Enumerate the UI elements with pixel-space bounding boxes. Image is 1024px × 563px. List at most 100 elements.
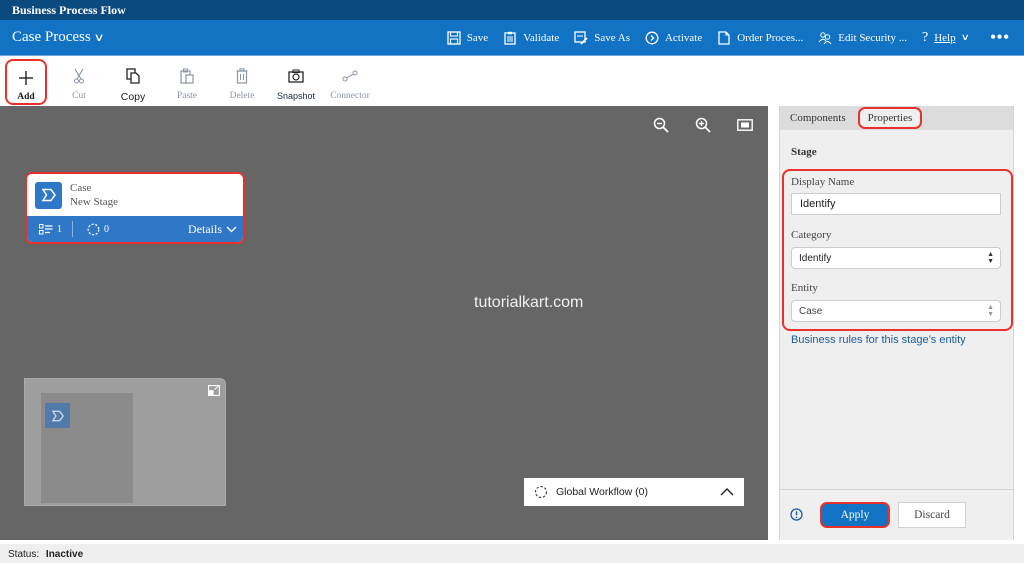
minimap-expand-icon[interactable] — [208, 383, 220, 401]
command-actions: Save Validate Save As Activate Order Pro… — [432, 29, 1010, 47]
zoom-out-icon — [653, 117, 669, 133]
stage-details-toggle[interactable]: Details — [188, 222, 237, 237]
activate-icon — [645, 31, 659, 44]
save-as-icon — [574, 30, 588, 45]
delete-label: Delete — [229, 91, 255, 101]
help-button[interactable]: ? Help ∨ — [921, 29, 970, 46]
watermark-text: tutorialkart.com — [474, 294, 584, 311]
chevron-down-icon — [226, 226, 237, 232]
save-as-button[interactable]: Save As — [574, 30, 630, 45]
chevron-up-icon — [720, 488, 734, 496]
connector-icon — [342, 65, 358, 87]
workflows-count[interactable]: 0 — [87, 223, 109, 236]
workflows-count-value: 0 — [104, 223, 109, 235]
save-as-label: Save As — [594, 31, 630, 44]
chevron-down-icon: ∨ — [93, 32, 105, 44]
clipboard-icon — [504, 31, 516, 45]
help-icon: ? — [921, 29, 929, 45]
divider — [72, 221, 73, 237]
process-canvas[interactable]: Case New Stage 1 0 Details tutorialkart.… — [0, 106, 768, 540]
trash-icon — [236, 65, 248, 87]
order-process-button[interactable]: Order Proces... — [717, 30, 804, 45]
zoom-in-icon — [695, 117, 711, 133]
process-name-dropdown[interactable]: Case Process ∨ — [12, 29, 105, 46]
save-button[interactable]: Save — [447, 30, 489, 45]
copy-button[interactable]: Copy — [118, 57, 148, 103]
cut-button[interactable]: Cut — [64, 57, 94, 101]
panel-footer: Apply Discard — [780, 489, 1013, 540]
fit-to-screen-icon — [737, 119, 753, 131]
activate-button[interactable]: Activate — [645, 31, 702, 45]
apply-button[interactable]: Apply — [820, 502, 890, 528]
fit-to-screen-button[interactable] — [736, 116, 754, 134]
app-window: Business Process Flow Case Process ∨ Sav… — [0, 0, 1024, 563]
steps-list-icon — [39, 223, 53, 234]
tab-properties[interactable]: Properties — [857, 107, 923, 129]
steps-count[interactable]: 1 — [39, 223, 62, 235]
entity-value: Case — [799, 306, 823, 317]
copy-icon — [126, 65, 140, 87]
ribbon-toolbar: Add Cut Copy Paste Delete Snapshot Conne… — [0, 57, 1024, 106]
validate-button[interactable]: Validate — [503, 31, 559, 45]
details-label: Details — [188, 221, 222, 236]
entity-label: Entity — [791, 282, 818, 294]
workflow-icon — [87, 223, 100, 235]
info-icon[interactable] — [790, 508, 803, 526]
category-select[interactable]: Identify ▲ ▼ — [791, 247, 1001, 269]
business-rules-link[interactable]: Business rules for this stage’s entity — [791, 334, 966, 346]
order-process-label: Order Proces... — [737, 31, 804, 44]
users-icon — [818, 31, 832, 44]
panel-tabs: Components Properties — [780, 106, 1013, 130]
tab-components[interactable]: Components — [780, 107, 856, 129]
chevron-down-icon: ∨ — [960, 32, 970, 42]
scissors-icon — [73, 65, 85, 87]
select-arrows-icon: ▲ ▼ — [987, 251, 994, 265]
document-icon — [718, 30, 730, 45]
stage-card-footer: 1 0 Details — [27, 216, 243, 242]
cut-label: Cut — [72, 91, 86, 101]
paste-label: Paste — [176, 91, 198, 101]
activate-label: Activate — [664, 31, 703, 44]
zoom-in-button[interactable] — [694, 116, 712, 134]
edit-security-button[interactable]: Edit Security ... — [818, 31, 907, 45]
minimap-stage-icon — [45, 403, 70, 428]
connector-button[interactable]: Connector — [328, 57, 372, 101]
stage-chevron-icon — [35, 181, 62, 209]
global-workflow-bar[interactable]: Global Workflow (0) — [524, 478, 744, 506]
stage-names: Case New Stage — [70, 181, 118, 209]
camera-icon — [288, 65, 304, 87]
canvas-zoom-tools — [652, 116, 754, 134]
save-label: Save — [466, 31, 489, 44]
section-title: Stage — [791, 146, 817, 158]
paste-icon — [180, 65, 194, 87]
process-name: Case Process — [12, 29, 91, 45]
paste-button[interactable]: Paste — [172, 57, 202, 101]
add-button[interactable]: Add — [5, 59, 47, 105]
snapshot-button[interactable]: Snapshot — [277, 57, 315, 101]
edit-security-label: Edit Security ... — [838, 31, 907, 44]
category-value: Identify — [799, 253, 832, 264]
copy-label: Copy — [120, 91, 146, 103]
more-icon: ••• — [990, 28, 1010, 46]
connector-label: Connector — [330, 91, 370, 101]
stage-card[interactable]: Case New Stage 1 0 Details — [25, 172, 245, 244]
stage-entity: Case — [70, 182, 92, 194]
more-button[interactable]: ••• — [990, 29, 1010, 47]
add-label: Add — [17, 92, 35, 102]
status-label: Status: — [8, 549, 40, 560]
status-bar: Status: Inactive — [0, 544, 1024, 563]
properties-panel: Components Properties Stage Display Name… — [779, 106, 1014, 540]
discard-button[interactable]: Discard — [898, 502, 966, 528]
display-name-input[interactable] — [791, 193, 1001, 215]
delete-button[interactable]: Delete — [225, 57, 259, 101]
validate-label: Validate — [523, 31, 560, 44]
stage-card-header: Case New Stage — [27, 174, 243, 216]
select-arrows-icon: ▲ ▼ — [987, 304, 994, 318]
help-label: Help — [934, 31, 956, 44]
global-workflow-label: Global Workflow (0) — [556, 486, 648, 498]
zoom-out-button[interactable] — [652, 116, 670, 134]
entity-select[interactable]: Case ▲ ▼ — [791, 300, 1001, 322]
window-title: Business Process Flow — [0, 0, 1024, 20]
workflow-icon — [534, 485, 548, 499]
canvas-minimap[interactable] — [24, 378, 226, 506]
